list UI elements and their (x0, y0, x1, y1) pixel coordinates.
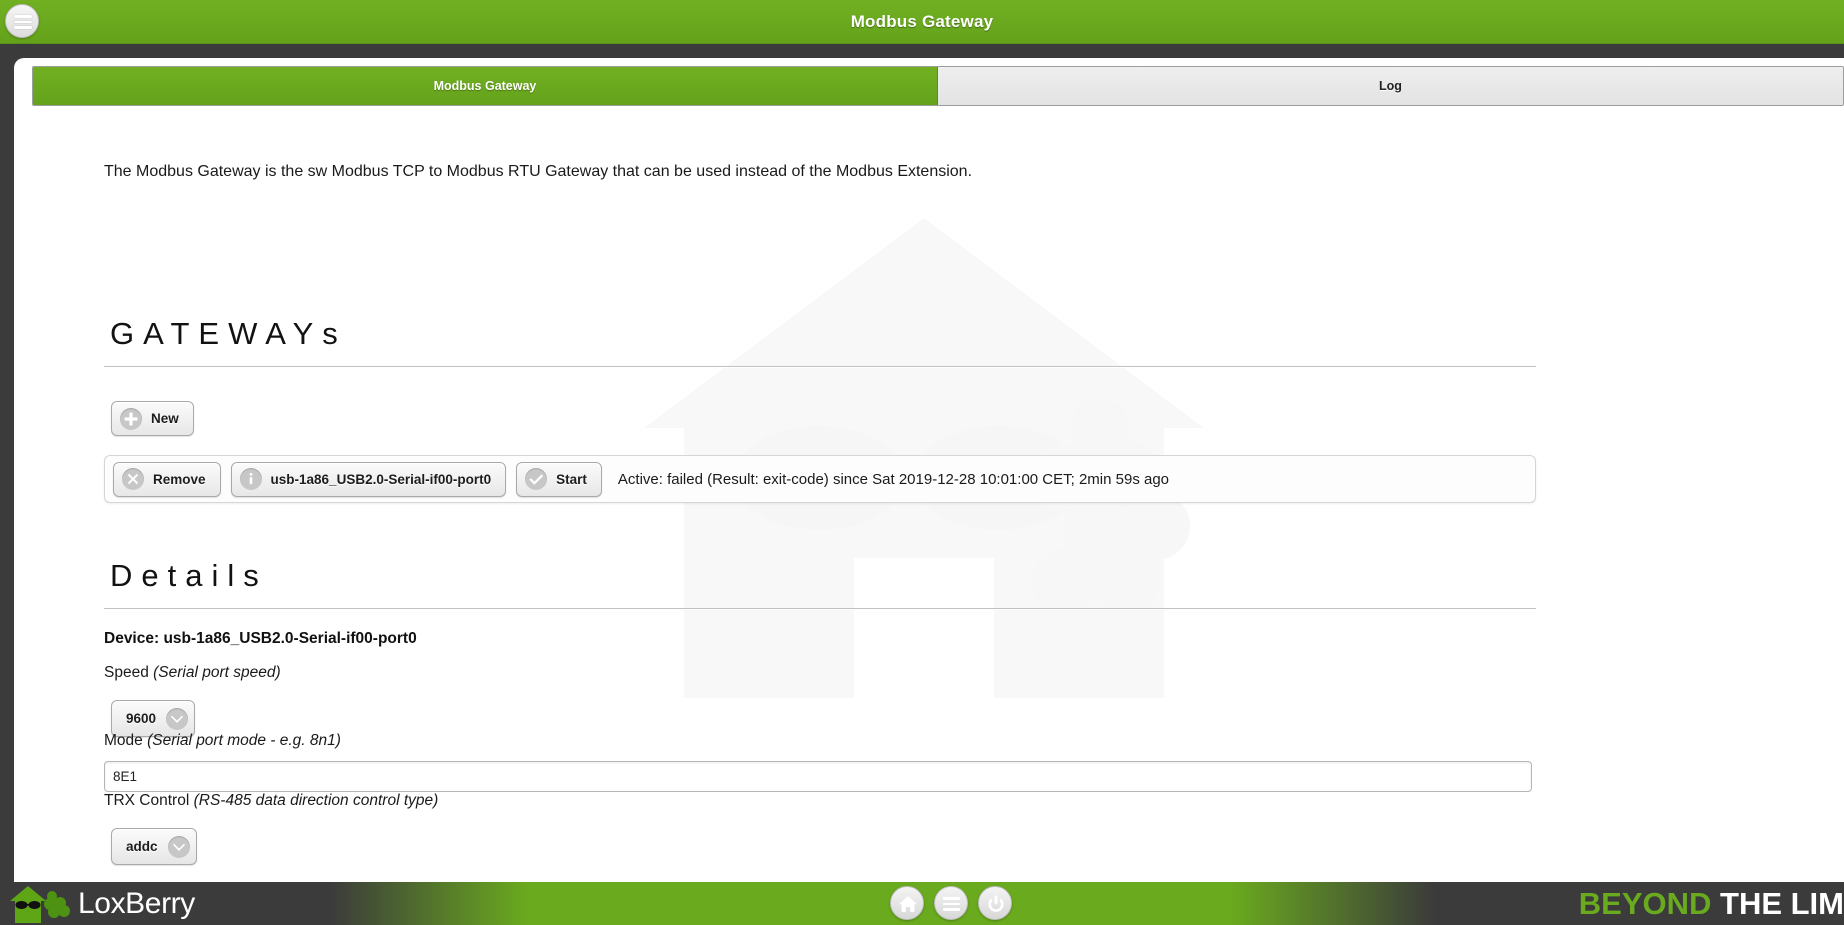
tab-log[interactable]: Log (938, 67, 1843, 105)
plus-icon (120, 407, 142, 430)
mode-label-text: Mode (104, 732, 148, 749)
new-button[interactable]: New (111, 401, 194, 436)
app-footer: LoxBerry BEYOND THE LIM (0, 882, 1844, 925)
remove-button-label: Remove (153, 471, 206, 487)
start-button-label: Start (556, 471, 587, 487)
mode-label: Mode (Serial port mode - e.g. 8n1) (104, 732, 341, 750)
start-button[interactable]: Start (516, 461, 602, 497)
speed-select-value: 9600 (126, 711, 157, 726)
hamburger-bar (943, 897, 960, 900)
window-frame: Modbus Gateway Log The Modbus Gateway is… (0, 44, 1844, 882)
check-icon (525, 468, 548, 490)
device-name-label: Device: usb-1a86_USB2.0-Serial-if00-port… (104, 630, 417, 647)
mode-hint: (Serial port mode - e.g. 8n1) (147, 732, 341, 749)
main-content: The Modbus Gateway is the sw Modbus TCP … (14, 118, 1844, 882)
slogan-the-limits: THE LIM (1711, 886, 1844, 921)
trx-hint: (RS-485 data direction control type) (193, 792, 439, 809)
trx-control-select[interactable]: addc (111, 828, 197, 865)
footer-green-gradient-left (330, 882, 1230, 925)
speed-label-text: Speed (104, 664, 154, 681)
mode-input[interactable] (104, 761, 1532, 792)
loxberry-logo: LoxBerry (8, 882, 195, 925)
hamburger-icon[interactable] (934, 886, 968, 920)
remove-button[interactable]: Remove (113, 461, 221, 497)
device-info-button[interactable]: usb-1a86_USB2.0-Serial-if00-port0 (230, 461, 507, 497)
status-text: Active: failed (Result: exit-code) since… (617, 470, 1170, 488)
page-title: Modbus Gateway (850, 12, 994, 31)
power-icon[interactable] (978, 886, 1012, 920)
trx-control-label: TRX Control (RS-485 data direction contr… (104, 792, 438, 810)
home-icon[interactable] (890, 886, 924, 920)
speed-hint: (Serial port speed) (153, 664, 281, 681)
trx-select-value: addc (126, 839, 158, 854)
device-button-label: usb-1a86_USB2.0-Serial-if00-port0 (270, 471, 492, 487)
hamburger-bar (943, 902, 960, 905)
delete-x-icon (122, 468, 144, 490)
tab-modbus-gateway[interactable]: Modbus Gateway (33, 67, 938, 105)
trx-label-text: TRX Control (104, 792, 194, 809)
tab-bar: Modbus Gateway Log (32, 66, 1844, 106)
footer-button-group (890, 886, 1012, 920)
chevron-down-icon (167, 835, 190, 858)
hamburger-bar (943, 908, 960, 911)
app-header: Modbus Gateway (0, 0, 1844, 44)
gateway-row: Remove usb-1a86_USB2.0-Serial-if00-port0… (104, 455, 1536, 503)
details-heading: Details (104, 558, 1536, 609)
intro-text: The Modbus Gateway is the sw Modbus TCP … (104, 163, 973, 180)
info-icon (239, 468, 262, 490)
loxberry-mark-icon (10, 885, 70, 923)
gateways-heading: GATEWAYs (104, 316, 1536, 367)
footer-green-gradient-right (1230, 882, 1560, 925)
chevron-down-icon (166, 707, 189, 730)
footer-brand-label: LoxBerry (78, 886, 195, 920)
footer-slogan: BEYOND THE LIM (1579, 882, 1844, 925)
page-body: Modbus Gateway Log The Modbus Gateway is… (14, 58, 1844, 882)
slogan-beyond: BEYOND (1578, 886, 1712, 921)
speed-label: Speed (Serial port speed) (104, 664, 281, 682)
new-button-label: New (151, 411, 179, 426)
